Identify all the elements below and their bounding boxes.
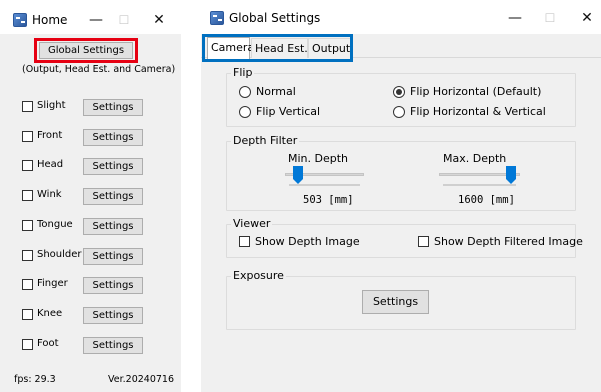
row-settings-button[interactable]: Settings (83, 337, 143, 354)
radio-normal-label: Normal (256, 85, 296, 98)
show-depth-filtered-image-label: Show Depth Filtered Image (434, 235, 583, 248)
row-label: Finger (37, 278, 68, 289)
radio-flip-horizontal[interactable] (393, 86, 405, 98)
max-depth-value: 1600 [mm] (458, 194, 515, 206)
row-checkbox[interactable] (22, 131, 33, 142)
home-titlebar: Home — ☐ ✕ (0, 0, 181, 34)
maximize-icon: ☐ (544, 11, 556, 25)
radio-flip-horizontal-label: Flip Horizontal (Default) (410, 85, 542, 98)
global-settings-titlebar: Global Settings — ☐ ✕ (201, 0, 601, 34)
row-label: Wink (37, 189, 62, 200)
max-depth-slider-ticks (443, 184, 516, 186)
close-icon[interactable]: ✕ (579, 11, 595, 25)
row-settings-button[interactable]: Settings (83, 218, 143, 235)
settings-row: Slight Settings (0, 98, 181, 118)
show-depth-filtered-image-checkbox[interactable] (418, 236, 429, 247)
row-checkbox[interactable] (22, 250, 33, 261)
home-title: Home (32, 13, 68, 27)
row-label: Front (37, 130, 63, 141)
exposure-group-title: Exposure (231, 269, 286, 282)
settings-row: Foot Settings (0, 336, 181, 356)
min-depth-value: 503 [mm] (303, 194, 354, 206)
radio-flip-horizontal-vertical-label: Flip Horizontal & Vertical (410, 105, 546, 118)
app-icon (210, 11, 224, 25)
fps-readout: fps: 29.3 (14, 374, 56, 385)
version-label: Ver.20240716 (108, 374, 175, 385)
min-depth-slider-ticks (289, 184, 360, 186)
row-label: Shoulder (37, 249, 82, 260)
depth-filter-group (226, 141, 576, 211)
maximize-icon: ☐ (118, 13, 130, 27)
show-depth-image-checkbox[interactable] (239, 236, 250, 247)
global-settings-subtitle: (Output, Head Est. and Camera) (22, 64, 176, 75)
row-checkbox[interactable] (22, 220, 33, 231)
settings-row: Front Settings (0, 128, 181, 148)
row-checkbox[interactable] (22, 101, 33, 112)
settings-row: Wink Settings (0, 187, 181, 207)
app-icon (13, 13, 27, 27)
viewer-group-title: Viewer (231, 217, 273, 230)
flip-group (226, 73, 576, 127)
row-checkbox[interactable] (22, 309, 33, 320)
row-label: Slight (37, 100, 66, 111)
exposure-settings-button[interactable]: Settings (362, 290, 429, 314)
row-settings-button[interactable]: Settings (83, 188, 143, 205)
max-depth-label: Max. Depth (443, 152, 507, 165)
flip-group-title: Flip (231, 66, 255, 79)
min-depth-label: Min. Depth (288, 152, 349, 165)
row-settings-button[interactable]: Settings (83, 277, 143, 294)
global-settings-title: Global Settings (229, 11, 321, 25)
minimize-icon[interactable]: — (507, 11, 523, 25)
row-label: Head (37, 159, 64, 170)
global-settings-button[interactable]: Global Settings (39, 42, 133, 59)
row-label: Tongue (37, 219, 73, 230)
radio-flip-vertical-label: Flip Vertical (256, 105, 321, 118)
row-checkbox[interactable] (22, 160, 33, 171)
row-checkbox[interactable] (22, 190, 33, 201)
row-settings-button[interactable]: Settings (83, 99, 143, 116)
row-checkbox[interactable] (22, 279, 33, 290)
settings-row: Shoulder Settings (0, 247, 181, 267)
radio-normal[interactable] (239, 86, 251, 98)
row-settings-button[interactable]: Settings (83, 307, 143, 324)
close-icon[interactable]: ✕ (151, 13, 167, 27)
row-label: Foot (37, 338, 59, 349)
settings-row: Finger Settings (0, 276, 181, 296)
radio-flip-horizontal-vertical[interactable] (393, 106, 405, 118)
row-settings-button[interactable]: Settings (83, 129, 143, 146)
row-checkbox[interactable] (22, 339, 33, 350)
settings-row: Knee Settings (0, 306, 181, 326)
row-settings-button[interactable]: Settings (83, 248, 143, 265)
tabs-highlight (202, 34, 353, 62)
settings-row: Head Settings (0, 157, 181, 177)
depth-filter-group-title: Depth Filter (231, 134, 300, 147)
settings-row: Tongue Settings (0, 217, 181, 237)
radio-flip-vertical[interactable] (239, 106, 251, 118)
minimize-icon[interactable]: — (88, 13, 104, 27)
row-settings-button[interactable]: Settings (83, 158, 143, 175)
show-depth-image-label: Show Depth Image (255, 235, 360, 248)
row-label: Knee (37, 308, 63, 319)
